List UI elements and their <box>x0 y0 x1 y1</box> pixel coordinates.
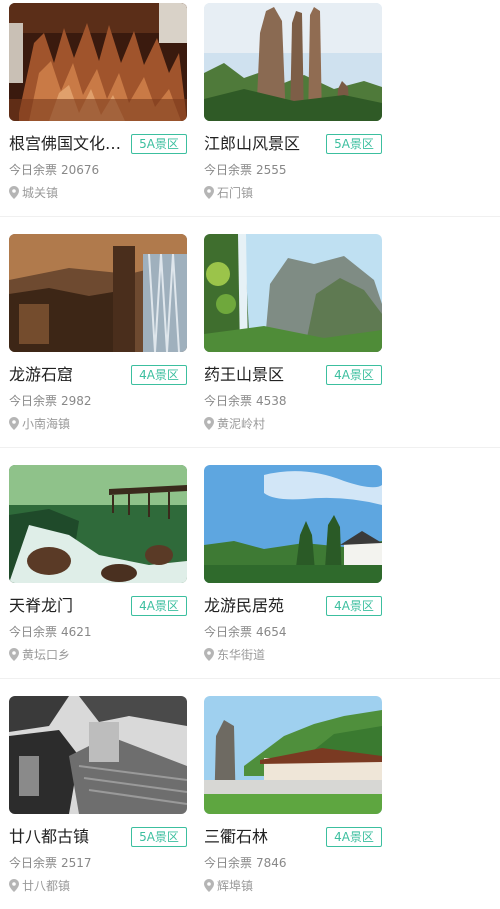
tickets-label: 今日余票 <box>204 163 253 177</box>
location-pin-icon <box>204 879 214 892</box>
tickets-label: 今日余票 <box>9 856 58 870</box>
scenic-grade-badge: 5A景区 <box>131 134 187 154</box>
attraction-card[interactable]: 三衢石林 4A景区 今日余票 7846 辉埠镇 <box>204 696 382 896</box>
attraction-row: 廿八都古镇 5A景区 今日余票 2517 廿八都镇 三衢石林 4A景区 今日余票… <box>0 693 500 909</box>
row-divider <box>0 216 500 217</box>
attraction-name[interactable]: 药王山景区 <box>204 364 322 386</box>
tickets-remaining: 今日余票 2555 <box>204 161 287 178</box>
attraction-location: 东华街道 <box>204 646 265 663</box>
attraction-card[interactable]: 根宫佛国文化旅游区 5A景区 今日余票20676 城关镇 <box>9 3 187 203</box>
tickets-count: 7846 <box>256 856 287 870</box>
attraction-photo[interactable] <box>9 234 187 352</box>
scenic-grade-badge: 4A景区 <box>326 827 382 847</box>
location-pin-icon <box>9 417 19 430</box>
tickets-remaining: 今日余票 4654 <box>204 623 287 640</box>
attraction-name[interactable]: 龙游民居苑 <box>204 595 322 617</box>
attraction-card[interactable]: 药王山景区 4A景区 今日余票 4538 黄泥岭村 <box>204 234 382 434</box>
tickets-label: 今日余票 <box>204 394 253 408</box>
attraction-name[interactable]: 三衢石林 <box>204 826 322 848</box>
tickets-remaining: 今日余票 2982 <box>9 392 92 409</box>
attraction-name[interactable]: 廿八都古镇 <box>9 826 127 848</box>
row-divider <box>0 447 500 448</box>
attraction-card[interactable]: 江郎山风景区 5A景区 今日余票 2555 石门镇 <box>204 3 382 203</box>
mountain-waterfall-image <box>204 234 382 352</box>
scenic-grade-badge: 4A景区 <box>131 365 187 385</box>
attraction-location: 黄坛口乡 <box>9 646 70 663</box>
attraction-grid: 根宫佛国文化旅游区 5A景区 今日余票20676 城关镇 江郎山风景区 5A景 <box>0 0 500 904</box>
location-pin-icon <box>204 648 214 661</box>
tickets-remaining: 今日余票 4538 <box>204 392 287 409</box>
old-town-rooftops-image <box>9 696 187 814</box>
location-pin-icon <box>204 417 214 430</box>
attraction-photo[interactable] <box>204 465 382 583</box>
tickets-count: 2517 <box>61 856 92 870</box>
stone-grotto-image <box>9 234 187 352</box>
tickets-count: 2982 <box>61 394 92 408</box>
attraction-card[interactable]: 天脊龙门 4A景区 今日余票 4621 黄坛口乡 <box>9 465 187 665</box>
tickets-label: 今日余票 <box>9 163 58 177</box>
tickets-label: 今日余票 <box>204 625 253 639</box>
location-pin-icon <box>9 648 19 661</box>
village-sky-image <box>204 465 382 583</box>
tickets-remaining: 今日余票 20676 <box>9 161 99 178</box>
location-town: 东华街道 <box>217 648 266 662</box>
attraction-photo[interactable] <box>204 3 382 121</box>
attraction-photo[interactable] <box>204 234 382 352</box>
attraction-row: 天脊龙门 4A景区 今日余票 4621 黄坛口乡 龙游民居苑 4A景区 今日余票… <box>0 462 500 678</box>
attraction-card[interactable]: 龙游石窟 4A景区 今日余票 2982 小南海镇 <box>9 234 187 434</box>
attraction-location: 城关镇 <box>9 184 58 201</box>
attraction-photo[interactable] <box>9 696 187 814</box>
attraction-row: 龙游石窟 4A景区 今日余票 2982 小南海镇 药王山景区 4A景区 今日余票… <box>0 231 500 447</box>
location-town: 黄泥岭村 <box>217 417 266 431</box>
wood-carving-hall-image <box>9 3 187 121</box>
tickets-label: 今日余票 <box>9 394 58 408</box>
tickets-remaining: 今日余票 4621 <box>9 623 92 640</box>
scenic-grade-badge: 4A景区 <box>326 365 382 385</box>
attraction-name[interactable]: 天脊龙门 <box>9 595 127 617</box>
scenic-grade-badge: 5A景区 <box>326 134 382 154</box>
scenic-grade-badge: 4A景区 <box>326 596 382 616</box>
stone-forest-gate-image <box>204 696 382 814</box>
location-pin-icon <box>9 186 19 199</box>
location-town: 辉埠镇 <box>217 879 254 893</box>
location-town: 小南海镇 <box>22 417 71 431</box>
location-town: 城关镇 <box>22 186 59 200</box>
row-divider <box>0 678 500 679</box>
attraction-name[interactable]: 根宫佛国文化旅游区 <box>9 133 127 155</box>
location-town: 廿八都镇 <box>22 879 71 893</box>
attraction-name[interactable]: 龙游石窟 <box>9 364 127 386</box>
attraction-photo[interactable] <box>9 3 187 121</box>
tickets-label: 今日余票 <box>9 625 58 639</box>
attraction-location: 石门镇 <box>204 184 253 201</box>
attraction-card[interactable]: 龙游民居苑 4A景区 今日余票 4654 东华街道 <box>204 465 382 665</box>
tickets-count: 4538 <box>256 394 287 408</box>
tickets-count: 4654 <box>256 625 287 639</box>
attraction-location: 黄泥岭村 <box>204 415 265 432</box>
attraction-location: 辉埠镇 <box>204 877 253 894</box>
tickets-count: 20676 <box>61 163 100 177</box>
location-town: 黄坛口乡 <box>22 648 71 662</box>
location-pin-icon <box>9 879 19 892</box>
attraction-row: 根宫佛国文化旅游区 5A景区 今日余票20676 城关镇 江郎山风景区 5A景 <box>0 0 500 216</box>
scenic-grade-badge: 4A景区 <box>131 596 187 616</box>
location-pin-icon <box>204 186 214 199</box>
location-town: 石门镇 <box>217 186 254 200</box>
tickets-remaining: 今日余票 2517 <box>9 854 92 871</box>
tickets-count: 2555 <box>256 163 287 177</box>
scenic-grade-badge: 5A景区 <box>131 827 187 847</box>
forest-stream-image <box>9 465 187 583</box>
attraction-location: 廿八都镇 <box>9 877 70 894</box>
tickets-count: 4621 <box>61 625 92 639</box>
tickets-remaining: 今日余票 7846 <box>204 854 287 871</box>
attraction-photo[interactable] <box>9 465 187 583</box>
rock-peaks-image <box>204 3 382 121</box>
attraction-photo[interactable] <box>204 696 382 814</box>
attraction-name[interactable]: 江郎山风景区 <box>204 133 322 155</box>
attraction-location: 小南海镇 <box>9 415 70 432</box>
attraction-card[interactable]: 廿八都古镇 5A景区 今日余票 2517 廿八都镇 <box>9 696 187 896</box>
tickets-label: 今日余票 <box>204 856 253 870</box>
